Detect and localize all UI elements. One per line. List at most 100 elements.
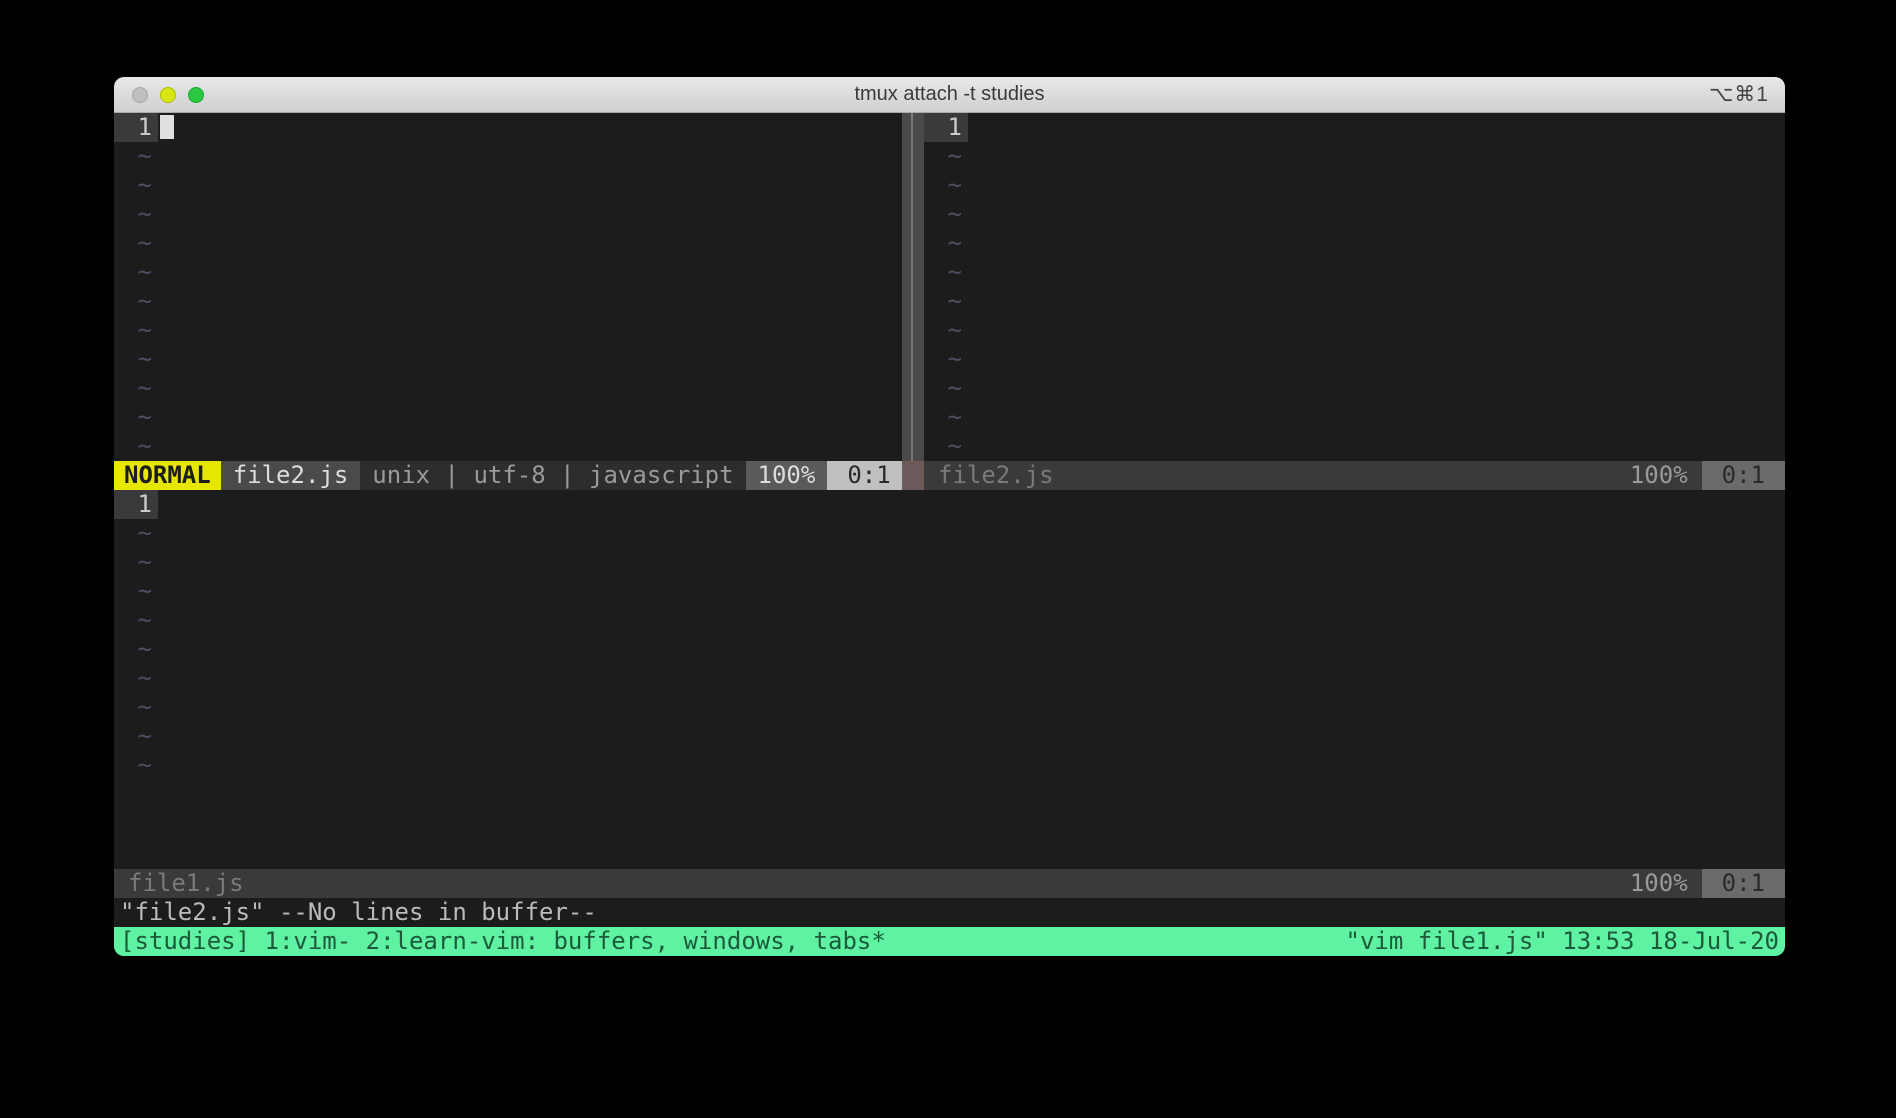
vim-tilde-line: ~ [114, 258, 902, 287]
vim-tilde-line: ~ [924, 200, 1785, 229]
vim-statusline-row-top: NORMAL file2.js unix | utf-8 | javascrip… [114, 461, 1785, 490]
vim-pane-top-right[interactable]: 1 ~~~~~~~~~~~ [924, 113, 1785, 461]
tilde-icon: ~ [114, 374, 158, 403]
vim-vertical-divider [902, 113, 924, 461]
vim-tilde-line: ~ [114, 316, 902, 345]
tilde-icon: ~ [114, 432, 158, 461]
vim-tilde-line: ~ [114, 606, 1785, 635]
titlebar: tmux attach -t studies ⌥⌘1 [114, 77, 1785, 113]
vim-tilde-line: ~ [114, 200, 902, 229]
vim-tilde-line: ~ [114, 403, 902, 432]
tilde-icon: ~ [114, 519, 158, 548]
status-file: file2.js [221, 461, 361, 490]
vim-tilde-line: ~ [114, 722, 1785, 751]
cursor-block [160, 115, 174, 139]
vim-tilde-line: ~ [924, 432, 1785, 461]
vim-vertical-divider [902, 461, 924, 490]
tilde-icon: ~ [114, 635, 158, 664]
vim-pane-top-left[interactable]: 1 ~~~~~~~~~~~ [114, 113, 902, 461]
vim-statusline-inactive-top-right: file2.js 100% 0:1 [924, 461, 1785, 490]
tilde-icon: ~ [114, 751, 158, 780]
terminal-window: tmux attach -t studies ⌥⌘1 1 ~~~~~~~~~~~… [114, 77, 1785, 956]
tilde-icon: ~ [114, 577, 158, 606]
vim-tilde-line: ~ [924, 316, 1785, 345]
tilde-icon: ~ [924, 171, 968, 200]
empty-line [968, 113, 1785, 142]
status-pos: 0:1 [1702, 461, 1785, 490]
status-pos: 0:1 [827, 461, 910, 490]
tilde-icon: ~ [114, 722, 158, 751]
tilde-icon: ~ [924, 258, 968, 287]
vim-tilde-line: ~ [114, 287, 902, 316]
titlebar-right-glyph: ⌥⌘1 [1709, 82, 1785, 107]
tilde-icon: ~ [114, 229, 158, 258]
status-percent: 100% [1616, 869, 1702, 898]
tilde-icon: ~ [114, 142, 158, 171]
vim-tilde-line: ~ [114, 577, 1785, 606]
vim-tilde-line: ~ [924, 374, 1785, 403]
vim-tilde-line: ~ [924, 287, 1785, 316]
close-icon[interactable] [132, 87, 148, 103]
window-title: tmux attach -t studies [114, 83, 1785, 106]
tilde-icon: ~ [924, 432, 968, 461]
vim-tilde-line: ~ [924, 171, 1785, 200]
tilde-icon: ~ [114, 287, 158, 316]
tmux-status-right: "vim file1.js" 13:53 18-Jul-20 [1346, 927, 1779, 956]
tilde-icon: ~ [924, 287, 968, 316]
line-number: 1 [114, 490, 158, 519]
vim-tilde-line: ~ [924, 403, 1785, 432]
vim-pane-bottom[interactable]: 1 ~~~~~~~~~ [114, 490, 1785, 869]
tilde-icon: ~ [114, 693, 158, 722]
vim-cmdline: "file2.js" --No lines in buffer-- [114, 898, 1785, 927]
vim-tilde-line: ~ [114, 751, 1785, 780]
tmux-status-left: [studies] 1:vim- 2:learn-vim: buffers, w… [120, 927, 886, 956]
minimize-icon[interactable] [160, 87, 176, 103]
tilde-icon: ~ [924, 200, 968, 229]
vim-statusline-active: NORMAL file2.js unix | utf-8 | javascrip… [114, 461, 902, 490]
vim-tilde-line: ~ [114, 171, 902, 200]
vim-tilde-line: ~ [114, 635, 1785, 664]
status-file: file1.js [114, 869, 258, 898]
terminal-content[interactable]: 1 ~~~~~~~~~~~ 1 ~~~~~~~~~~~ NORMAL file2… [114, 113, 1785, 956]
zoom-icon[interactable] [188, 87, 204, 103]
tilde-icon: ~ [924, 316, 968, 345]
cursor-line [158, 113, 902, 142]
vim-line: 1 [924, 113, 1785, 142]
tilde-icon: ~ [114, 606, 158, 635]
tilde-icon: ~ [114, 403, 158, 432]
vim-tilde-line: ~ [924, 258, 1785, 287]
vim-line: 1 [114, 490, 1785, 519]
vim-tilde-line: ~ [114, 548, 1785, 577]
tilde-icon: ~ [114, 316, 158, 345]
vim-tilde-line: ~ [924, 229, 1785, 258]
tilde-icon: ~ [114, 200, 158, 229]
vim-tilde-line: ~ [114, 142, 902, 171]
tilde-icon: ~ [924, 403, 968, 432]
vim-line: 1 [114, 113, 902, 142]
status-percent: 100% [1616, 461, 1702, 490]
tilde-icon: ~ [114, 345, 158, 374]
vim-tilde-line: ~ [114, 374, 902, 403]
tilde-icon: ~ [114, 664, 158, 693]
vim-tilde-line: ~ [114, 519, 1785, 548]
line-number: 1 [924, 113, 968, 142]
tmux-statusbar[interactable]: [studies] 1:vim- 2:learn-vim: buffers, w… [114, 927, 1785, 956]
empty-line [158, 490, 1785, 519]
tilde-icon: ~ [924, 374, 968, 403]
vim-tilde-line: ~ [114, 693, 1785, 722]
tilde-icon: ~ [114, 171, 158, 200]
status-percent: 100% [746, 461, 828, 490]
vim-tilde-line: ~ [114, 229, 902, 258]
line-number: 1 [114, 113, 158, 142]
vim-top-splits: 1 ~~~~~~~~~~~ 1 ~~~~~~~~~~~ [114, 113, 1785, 461]
status-pos: 0:1 [1702, 869, 1785, 898]
tilde-icon: ~ [924, 142, 968, 171]
vim-tilde-line: ~ [114, 345, 902, 374]
tilde-icon: ~ [924, 229, 968, 258]
traffic-lights [114, 87, 204, 103]
tilde-icon: ~ [924, 345, 968, 374]
status-file: file2.js [924, 461, 1068, 490]
tilde-icon: ~ [114, 548, 158, 577]
status-info: unix | utf-8 | javascript [360, 461, 745, 490]
status-mode: NORMAL [114, 461, 221, 490]
